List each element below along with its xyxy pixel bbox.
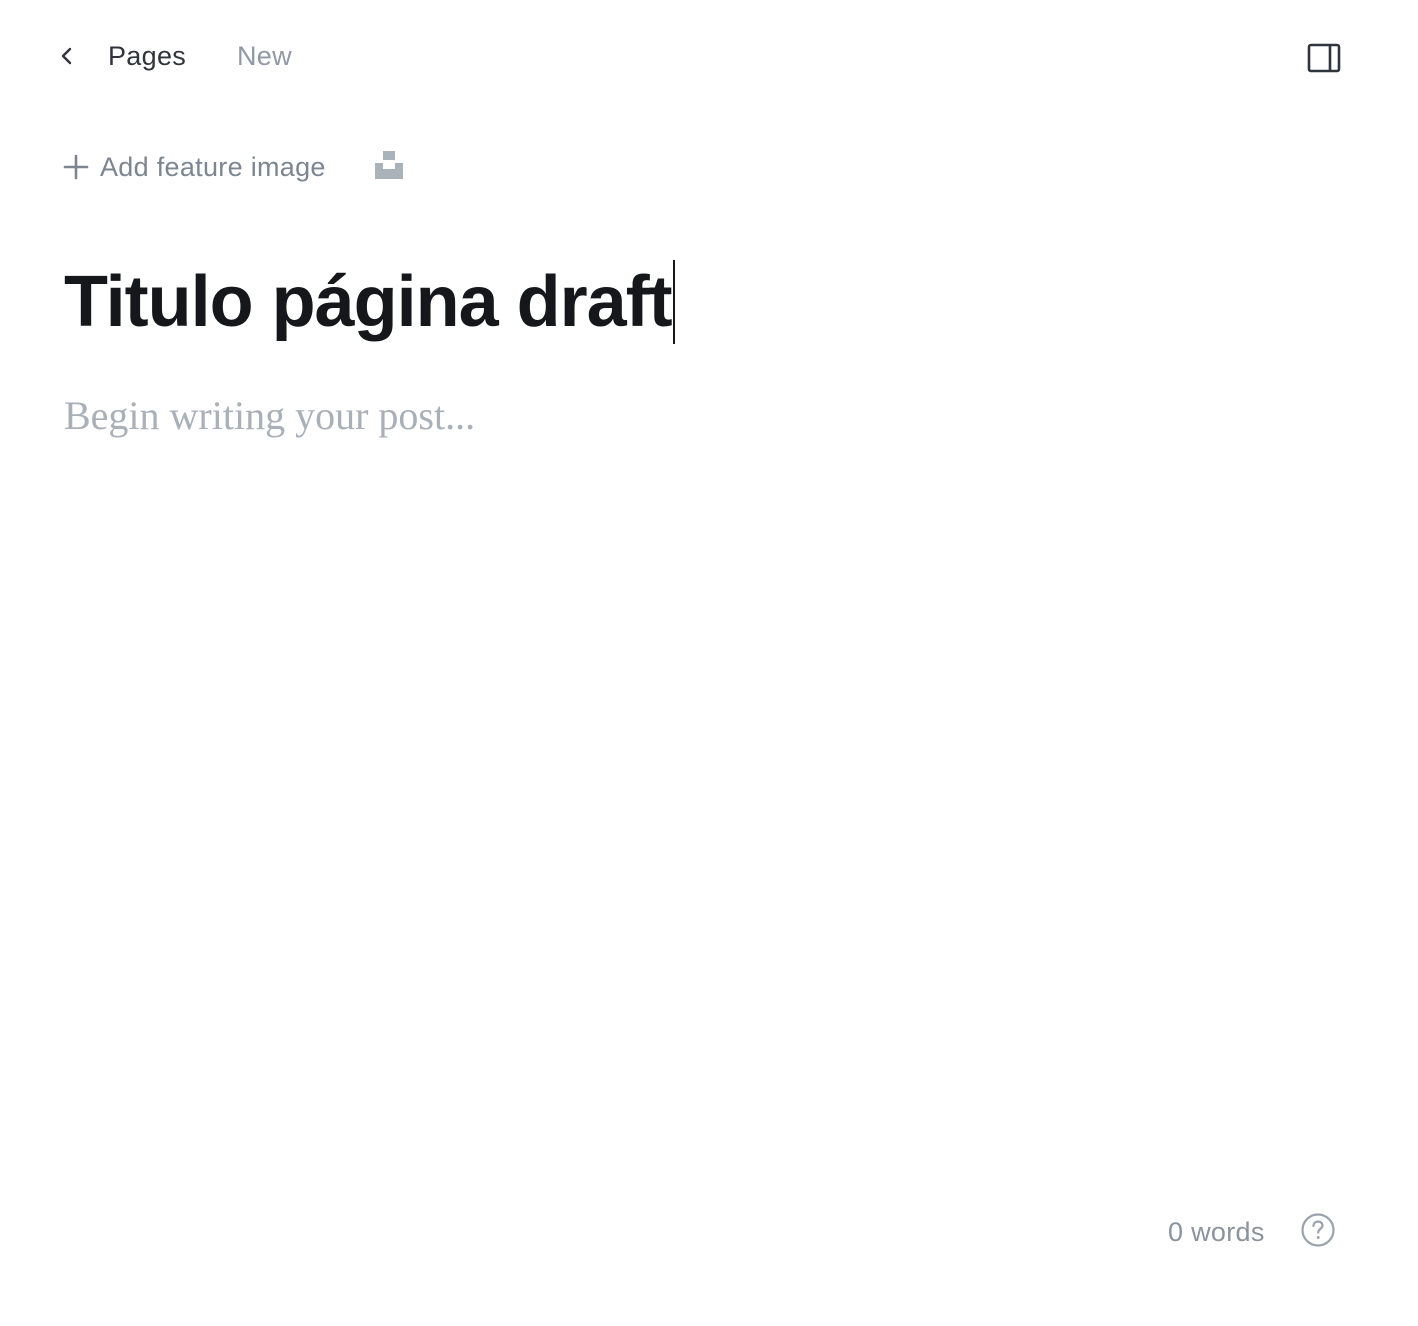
editor-topbar: Pages New [0,0,1418,112]
help-button[interactable] [1300,1212,1336,1253]
feature-image-row: Add feature image [62,145,406,189]
plus-icon [62,153,90,181]
word-count: 0 words [1168,1217,1265,1247]
unsplash-icon [374,150,404,185]
sidebar-panel-icon [1307,43,1341,78]
settings-sidebar-toggle-button[interactable] [1302,40,1346,80]
help-circle-icon [1300,1212,1336,1253]
unsplash-button[interactable] [372,150,406,184]
add-feature-image-button[interactable]: Add feature image [62,152,326,183]
breadcrumb-pages-link[interactable]: Pages [108,38,186,74]
chevron-left-icon [59,44,75,73]
add-feature-image-label: Add feature image [100,151,326,182]
text-cursor [672,260,675,344]
post-status: New [237,41,292,71]
post-title-field[interactable]: Titulo página draft [64,256,675,348]
back-button[interactable] [50,40,84,76]
post-title-input[interactable]: Titulo página draft [64,256,673,348]
post-body-editor[interactable]: Begin writing your post... [64,388,1344,448]
editor-page: Pages New Add feature image Titulo págin… [0,0,1418,1326]
